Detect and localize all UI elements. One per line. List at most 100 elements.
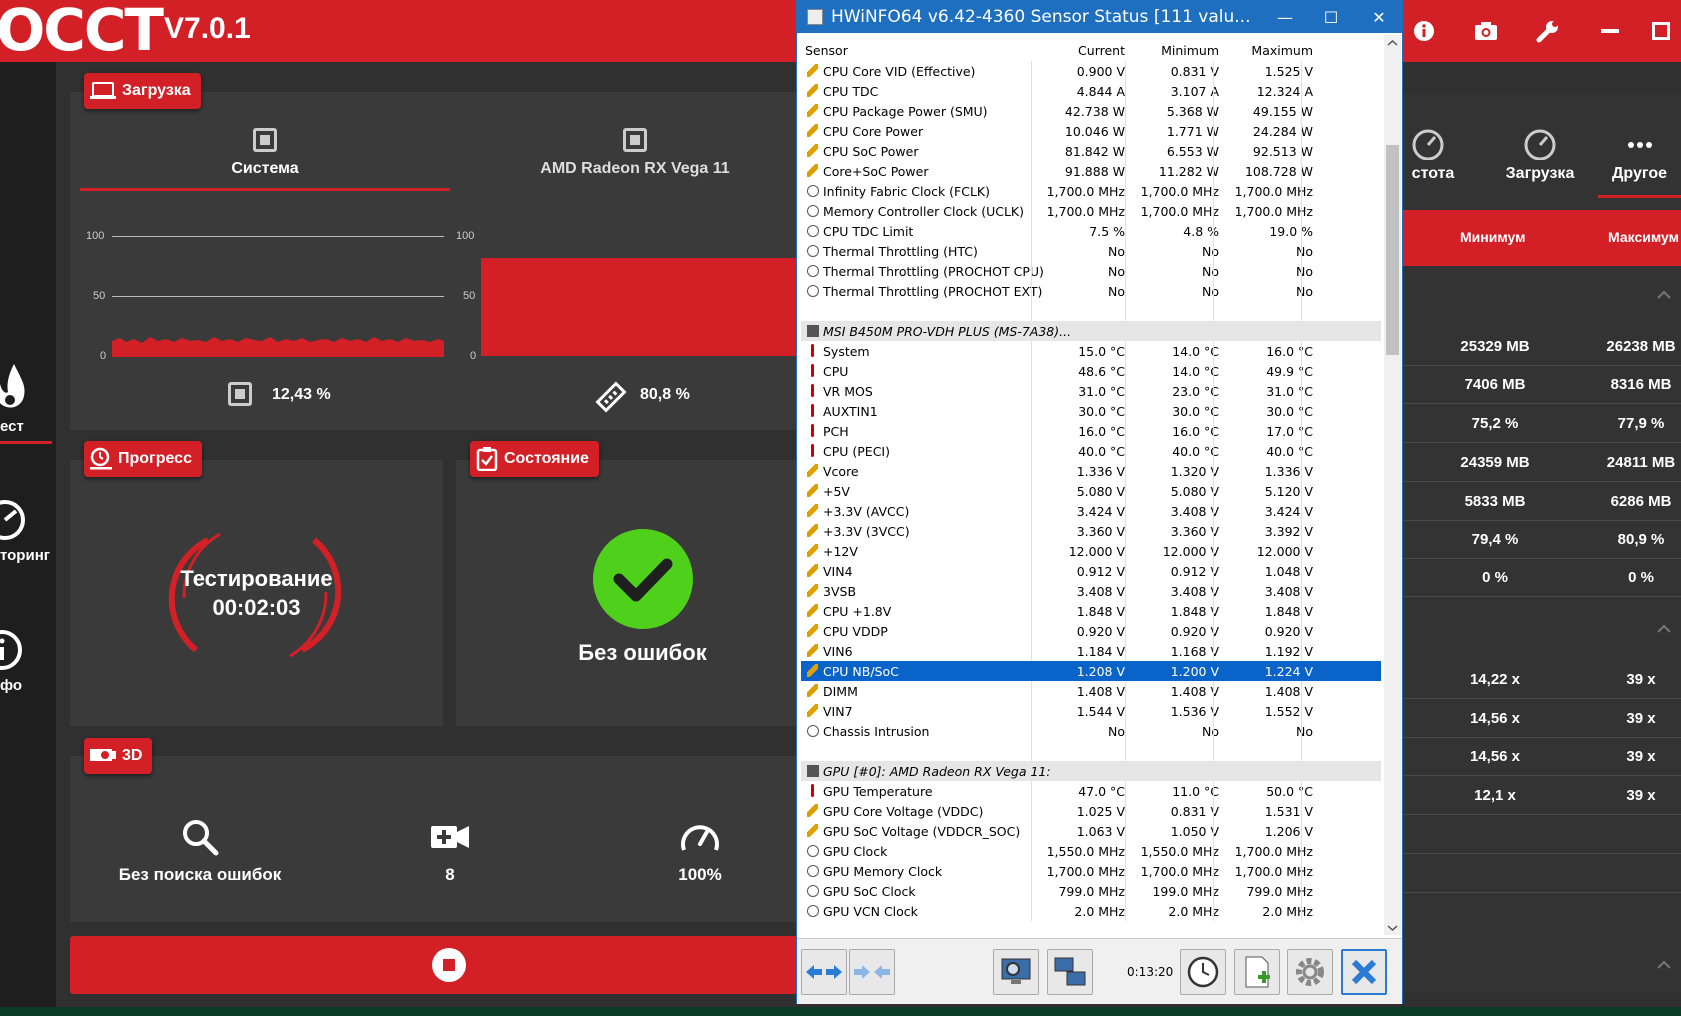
sensor-min: 1.848 V — [1170, 604, 1219, 619]
load-badge-label: Загрузка — [122, 82, 191, 99]
tab-gpu[interactable]: AMD Radeon RX Vega 11 — [450, 128, 820, 178]
wrench-icon[interactable] — [1517, 0, 1579, 62]
sensor-row[interactable] — [801, 301, 1381, 321]
col-max-header[interactable]: Maximum — [1251, 43, 1313, 58]
system-summary-button[interactable] — [993, 949, 1039, 995]
sensor-row[interactable]: +5V 5.080 V 5.080 V 5.120 V — [801, 481, 1381, 501]
chip-icon — [807, 765, 819, 777]
col-current-header[interactable]: Current — [1078, 43, 1125, 58]
sensor-cur: 799.0 MHz — [1058, 884, 1125, 899]
sensor-row[interactable]: CPU (PECI) 40.0 °C 40.0 °C 40.0 °C — [801, 441, 1381, 461]
sensor-row[interactable]: DIMM 1.408 V 1.408 V 1.408 V — [801, 681, 1381, 701]
sensor-row[interactable]: CPU TDC Limit 7.5 % 4.8 % 19.0 % — [801, 221, 1381, 241]
network-button[interactable] — [1047, 949, 1093, 995]
stop-button[interactable] — [70, 936, 810, 994]
sensor-row[interactable] — [801, 741, 1381, 761]
close-sensors-button[interactable] — [1341, 949, 1387, 995]
sensor-row[interactable]: Chassis Intrusion No No No — [801, 721, 1381, 741]
volt-icon — [807, 144, 818, 157]
sensor-row[interactable]: GPU SoC Voltage (VDDCR_SOC) 1.063 V 1.050 … — [801, 821, 1381, 841]
column-separator — [1213, 461, 1214, 481]
settings-button[interactable] — [1287, 949, 1333, 995]
chevron-up-icon[interactable] — [1656, 958, 1672, 970]
vertical-scrollbar[interactable] — [1384, 35, 1401, 935]
sensor-row[interactable]: CPU 48.6 °C 14.0 °C 49.9 °C — [801, 361, 1381, 381]
sensor-row[interactable]: Infinity Fabric Clock (FCLK) 1,700.0 MHz 1… — [801, 181, 1381, 201]
window-close-button[interactable]: ✕ — [1356, 1, 1402, 33]
sensor-row[interactable]: CPU SoC Power 81.842 W 6.553 W 92.513 W — [801, 141, 1381, 161]
d3-usage-limit-label: 100% — [678, 865, 722, 884]
sensor-min: No — [1202, 724, 1219, 739]
sidebar-item-monitoring[interactable]: торинг — [0, 497, 56, 564]
col-min-header[interactable]: Minimum — [1161, 43, 1219, 58]
column-separator — [1031, 601, 1032, 621]
sensor-row[interactable]: VIN7 1.544 V 1.536 V 1.552 V — [801, 701, 1381, 721]
sensor-row[interactable]: Thermal Throttling (HTC) No No No — [801, 241, 1381, 261]
column-separator — [1031, 81, 1032, 101]
sensor-group-row[interactable]: MSI B450M PRO-VDH PLUS (MS-7A38)... — [801, 321, 1381, 341]
sensor-group-row[interactable]: GPU [#0]: AMD Radeon RX Vega 11: — [801, 761, 1381, 781]
column-separator — [1031, 801, 1032, 821]
sensor-row[interactable]: CPU NB/SoC 1.208 V 1.200 V 1.224 V — [801, 661, 1381, 681]
reset-timer-button[interactable] — [1180, 949, 1226, 995]
sensor-row[interactable]: Core+SoC Power 91.888 W 11.282 W 108.728 W — [801, 161, 1381, 181]
sidebar-active-underline — [0, 441, 52, 444]
sensor-row[interactable]: Vcore 1.336 V 1.320 V 1.336 V — [801, 461, 1381, 481]
sensor-row[interactable]: PCH 16.0 °C 16.0 °C 17.0 °C — [801, 421, 1381, 441]
volt-icon — [807, 824, 818, 837]
sensor-row[interactable]: GPU Temperature 47.0 °C 11.0 °C 50.0 °C — [801, 781, 1381, 801]
tab-load[interactable]: Загрузка — [1495, 128, 1585, 183]
sensor-row[interactable]: GPU SoC Clock 799.0 MHz 199.0 MHz 799.0 MHz — [801, 881, 1381, 901]
sensor-row[interactable]: CPU TDC 4.844 A 3.107 A 12.324 A — [801, 81, 1381, 101]
chevron-down-icon[interactable] — [1384, 921, 1401, 935]
camera-icon[interactable] — [1455, 0, 1517, 62]
sensor-row[interactable]: Thermal Throttling (PROCHOT CPU) No No No — [801, 261, 1381, 281]
sensor-row[interactable]: GPU VCN Clock 2.0 MHz 2.0 MHz 2.0 MHz — [801, 901, 1381, 921]
sensor-max: No — [1296, 724, 1313, 739]
row-min: 7406 MB — [1464, 376, 1526, 393]
tab-other[interactable]: Другое — [1598, 128, 1681, 198]
sensor-row[interactable]: GPU Memory Clock 1,700.0 MHz 1,700.0 MHz 1,… — [801, 861, 1381, 881]
sensor-row[interactable]: System 15.0 °C 14.0 °C 16.0 °C — [801, 341, 1381, 361]
hwinfo-titlebar[interactable]: HWiNFO64 v6.42-4360 Sensor Status [111 v… — [797, 1, 1402, 33]
sensor-row[interactable]: AUXTIN1 30.0 °C 30.0 °C 30.0 °C — [801, 401, 1381, 421]
sensor-row[interactable]: CPU Core Power 10.046 W 1.771 W 24.284 W — [801, 121, 1381, 141]
minimize-icon[interactable] — [1579, 0, 1641, 62]
tab-system[interactable]: Система — [80, 128, 450, 191]
collapse-button[interactable] — [849, 949, 895, 995]
sensor-row[interactable]: GPU Clock 1,550.0 MHz 1,550.0 MHz 1,700.0 M… — [801, 841, 1381, 861]
column-separator — [1125, 721, 1126, 741]
sensor-row[interactable]: CPU +1.8V 1.848 V 1.848 V 1.848 V — [801, 601, 1381, 621]
sensor-row[interactable]: Memory Controller Clock (UCLK) 1,700.0 MH… — [801, 201, 1381, 221]
sensor-max: 3.392 V — [1264, 524, 1313, 539]
sensor-row[interactable]: VR MOS 31.0 °C 23.0 °C 31.0 °C — [801, 381, 1381, 401]
sensor-row[interactable]: VIN4 0.912 V 0.912 V 1.048 V — [801, 561, 1381, 581]
column-separator — [1301, 381, 1302, 401]
window-maximize-button[interactable]: ☐ — [1308, 1, 1354, 33]
sensor-row[interactable]: VIN6 1.184 V 1.168 V 1.192 V — [801, 641, 1381, 661]
tab-frequency[interactable]: стота — [1400, 128, 1466, 183]
sensor-row[interactable]: CPU VDDP 0.920 V 0.920 V 0.920 V — [801, 621, 1381, 641]
sensor-row[interactable]: +12V 12.000 V 12.000 V 12.000 V — [801, 541, 1381, 561]
column-separator — [1213, 501, 1214, 521]
sensor-row[interactable]: 3VSB 3.408 V 3.408 V 3.408 V — [801, 581, 1381, 601]
sensor-row[interactable]: CPU Package Power (SMU) 42.738 W 5.368 W 49… — [801, 101, 1381, 121]
sensor-name: CPU TDC — [823, 84, 879, 99]
chevron-up-icon[interactable] — [1656, 288, 1672, 300]
sensor-row[interactable]: Thermal Throttling (PROCHOT EXT) No No No — [801, 281, 1381, 301]
window-minimize-button[interactable]: — — [1262, 1, 1308, 33]
sensor-row[interactable]: +3.3V (3VCC) 3.360 V 3.360 V 3.392 V — [801, 521, 1381, 541]
chevron-up-icon[interactable] — [1384, 36, 1401, 50]
maximize-icon[interactable] — [1641, 0, 1681, 62]
sensor-row[interactable]: CPU Core VID (Effective) 0.900 V 0.831 V 1.… — [801, 61, 1381, 81]
col-sensor-header[interactable]: Sensor — [805, 43, 848, 58]
sidebar-item-info[interactable]: фо — [0, 627, 56, 694]
sensor-row[interactable]: +3.3V (AVCC) 3.424 V 3.408 V 3.424 V — [801, 501, 1381, 521]
sensor-cur: 42.738 W — [1064, 104, 1125, 119]
scrollbar-thumb[interactable] — [1386, 145, 1399, 355]
sidebar-item-test[interactable]: ест — [0, 362, 56, 444]
expand-button[interactable] — [801, 949, 847, 995]
logging-button[interactable] — [1234, 949, 1280, 995]
chevron-up-icon[interactable] — [1656, 622, 1672, 634]
sensor-row[interactable]: GPU Core Voltage (VDDC) 1.025 V 0.831 V 1.5… — [801, 801, 1381, 821]
